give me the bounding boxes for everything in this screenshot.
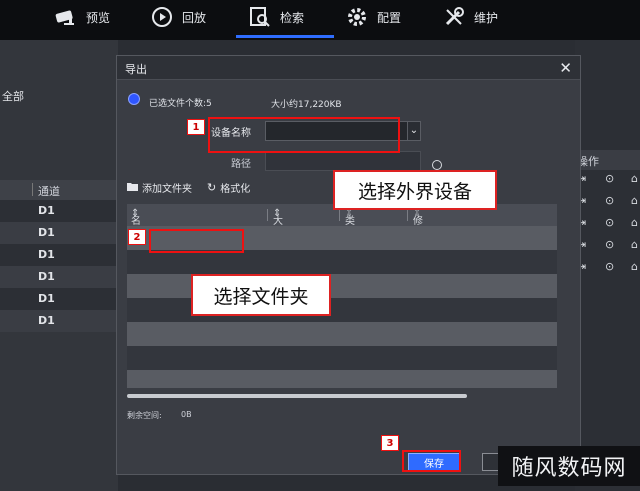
operation-panel: 操作 ⇥ ⊙ ⌂ ⇥ ⊙ ⌂ ⇥ ⊙ ⌂ ⇥ ⊙ ⌂ ⇥ ⊙ ⌂ <box>575 40 640 491</box>
table-row[interactable]: D1 <box>0 200 118 222</box>
format-label: 格式化 <box>220 184 251 195</box>
refresh-ring-icon[interactable] <box>432 160 442 170</box>
table-row[interactable]: D1 <box>0 266 118 288</box>
export-size: 大小约17,220KB <box>271 100 342 110</box>
file-row[interactable] <box>127 250 557 274</box>
lock-icon[interactable]: ⌂ <box>631 238 638 251</box>
callout-select-folder: 选择文件夹 <box>191 274 331 316</box>
dialog-title: 导出 <box>125 63 147 76</box>
search-icon <box>248 6 272 28</box>
channel-cell: D1 <box>38 270 55 283</box>
nav-active-indicator <box>236 35 334 38</box>
channel-panel: 全部 通道 D1 D1 D1 D1 D1 D1 <box>0 40 118 491</box>
wrench-icon <box>442 6 466 28</box>
table-row[interactable]: D1 <box>0 288 118 310</box>
step-1-badge: 1 <box>187 119 205 135</box>
highlight-folder-row <box>149 229 244 253</box>
channel-cell: D1 <box>38 292 55 305</box>
col-size[interactable]: 大小 ⇕ <box>273 208 283 242</box>
nav-maintenance-label: 维护 <box>474 10 499 25</box>
table-row[interactable]: D1 <box>0 222 118 244</box>
col-name[interactable]: 名称 ⇕ <box>131 208 141 242</box>
lock-icon[interactable]: ⌂ <box>631 216 638 229</box>
play-icon[interactable]: ⊙ <box>605 172 614 185</box>
play-icon[interactable]: ⊙ <box>605 194 614 207</box>
selected-radio[interactable] <box>129 94 139 104</box>
channel-header: 通道 <box>0 180 118 200</box>
channel-cell: D1 <box>38 248 55 261</box>
row-actions: ⇥ ⊙ ⌂ <box>575 258 640 278</box>
close-icon[interactable]: ✕ <box>559 59 572 77</box>
gear-icon <box>345 6 369 28</box>
play-icon[interactable]: ⊙ <box>605 260 614 273</box>
nav-preview[interactable]: 预览 <box>54 4 110 30</box>
lock-icon[interactable]: ⌂ <box>631 172 638 185</box>
table-row[interactable]: D1 <box>0 244 118 266</box>
row-actions: ⇥ ⊙ ⌂ <box>575 236 640 256</box>
play-icon[interactable]: ⊙ <box>605 238 614 251</box>
nav-search[interactable]: 检索 <box>248 4 304 30</box>
channel-header-label: 通道 <box>38 185 60 198</box>
table-row[interactable]: D1 <box>0 310 118 332</box>
channel-cell: D1 <box>38 226 55 239</box>
row-actions: ⇥ ⊙ ⌂ <box>575 192 640 212</box>
dialog-titlebar[interactable]: 导出 <box>117 56 580 80</box>
highlight-device-name <box>208 117 400 153</box>
file-row[interactable] <box>127 322 557 346</box>
nav-config[interactable]: 配置 <box>345 4 401 30</box>
refresh-icon: ↻ <box>207 181 217 194</box>
watermark: 随风数码网 <box>498 446 640 486</box>
nav-search-label: 检索 <box>280 10 305 25</box>
top-nav: 预览 回放 检索 配置 维护 <box>0 0 640 40</box>
path-field[interactable] <box>265 151 421 171</box>
chevron-down-icon[interactable]: ⌄ <box>407 121 421 141</box>
step-3-badge: 3 <box>381 435 399 451</box>
all-label[interactable]: 全部 <box>2 88 24 104</box>
file-row[interactable] <box>127 346 557 370</box>
channel-cell: D1 <box>38 204 55 217</box>
operation-header: 操作 <box>575 150 640 170</box>
add-folder-button[interactable]: 添加文件夹 <box>127 180 192 195</box>
nav-maintenance[interactable]: 维护 <box>442 4 498 30</box>
lock-icon[interactable]: ⌂ <box>631 260 638 273</box>
nav-preview-label: 预览 <box>86 10 111 25</box>
format-button[interactable]: ↻ 格式化 <box>207 180 250 195</box>
callout-select-device: 选择外界设备 <box>333 170 497 210</box>
play-icon[interactable]: ⊙ <box>605 216 614 229</box>
file-row[interactable] <box>127 370 557 388</box>
free-space-label: 剩余空间: <box>127 411 162 420</box>
lock-icon[interactable]: ⌂ <box>631 194 638 207</box>
highlight-save-button <box>402 450 461 472</box>
folder-icon <box>127 182 138 194</box>
playback-icon <box>150 6 174 28</box>
path-label: 路径 <box>231 159 251 170</box>
camera-icon <box>54 6 78 28</box>
row-actions: ⇥ ⊙ ⌂ <box>575 214 640 234</box>
horizontal-scrollbar[interactable] <box>127 394 467 398</box>
add-folder-label: 添加文件夹 <box>142 184 192 195</box>
step-2-badge: 2 <box>128 229 146 245</box>
nav-config-label: 配置 <box>377 10 402 25</box>
channel-cell: D1 <box>38 314 55 327</box>
selected-file-count: 已选文件个数:5 <box>149 99 212 109</box>
nav-playback[interactable]: 回放 <box>150 4 206 30</box>
row-actions: ⇥ ⊙ ⌂ <box>575 170 640 190</box>
nav-playback-label: 回放 <box>182 10 207 25</box>
free-space-value: 0B <box>181 410 192 419</box>
